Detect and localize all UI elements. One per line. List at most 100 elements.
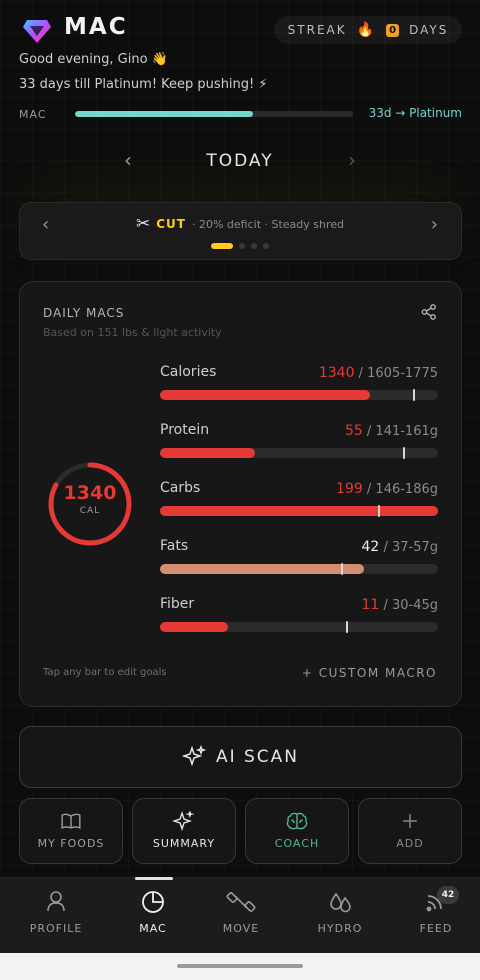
macro-goal: 146-186g <box>375 482 438 497</box>
macro-bar-fill <box>160 448 255 458</box>
tier-progress-fill <box>75 111 253 117</box>
macro-goal-marker <box>346 621 349 633</box>
macro-values: 199 / 146-186g <box>336 481 438 497</box>
macro-values: 1340 / 1605-1775 <box>319 365 438 381</box>
nav-move[interactable]: MOVE <box>193 888 289 935</box>
macro-bar-track[interactable] <box>160 621 438 633</box>
nav-mac[interactable]: MAC <box>105 888 201 935</box>
feed-count-badge: 42 <box>437 886 459 904</box>
macro-row-protein[interactable]: Protein 55 / 141-161g <box>160 422 438 464</box>
ai-scan-button[interactable]: AI SCAN <box>19 726 462 788</box>
macro-row-carbs[interactable]: Carbs 199 / 146-186g <box>160 480 438 522</box>
nav-mac-label: MAC <box>139 922 167 935</box>
macro-values: 42 / 37-57g <box>361 539 438 555</box>
plus-icon <box>403 814 417 828</box>
macro-row-fiber[interactable]: Fiber 11 / 30-45g <box>160 596 438 638</box>
profile-icon <box>47 891 65 912</box>
macro-goal-marker <box>378 505 381 517</box>
macro-name: Protein <box>160 422 210 438</box>
macro-goal-marker <box>412 389 415 401</box>
ring-calorie-unit: CAL <box>79 506 101 516</box>
macro-bar-track[interactable] <box>160 505 438 517</box>
date-label: TODAY <box>206 151 274 171</box>
coach-label: COACH <box>274 837 320 850</box>
streak-badge[interactable]: STREAK 🔥 0 DAYS <box>274 16 462 44</box>
macro-goal: 30-45g <box>391 598 438 613</box>
macro-separator: / <box>379 540 392 555</box>
phase-dot[interactable] <box>251 243 257 249</box>
macro-bar-track[interactable] <box>160 389 438 401</box>
flame-icon: 🔥 <box>356 22 377 38</box>
macro-goal: 141-161g <box>375 424 438 439</box>
platinum-message: 33 days till Platinum! Keep pushing! ⚡ <box>19 77 268 92</box>
sparkle-icon <box>172 811 195 831</box>
coach-button[interactable]: COACH <box>245 798 349 864</box>
nav-hydro[interactable]: HYDRO <box>292 888 388 935</box>
phase-name: CUT <box>156 217 186 231</box>
macro-goal-marker <box>403 447 406 459</box>
brain-icon <box>286 812 308 830</box>
nav-hydro-label: HYDRO <box>317 922 363 935</box>
custom-macro-button[interactable]: + CUSTOM MACRO <box>302 666 437 680</box>
droplets-icon <box>330 892 351 913</box>
my-foods-button[interactable]: MY FOODS <box>19 798 123 864</box>
macro-name: Fiber <box>160 596 195 612</box>
gem-logo-icon <box>23 20 51 43</box>
summary-button[interactable]: SUMMARY <box>132 798 236 864</box>
phase-dot[interactable] <box>239 243 245 249</box>
macro-goal: 1605-1775 <box>367 366 438 381</box>
macro-separator: / <box>362 424 376 439</box>
macro-name: Calories <box>160 364 217 380</box>
calorie-ring[interactable] <box>46 460 134 548</box>
streak-unit: DAYS <box>409 23 449 37</box>
macro-name: Fats <box>160 538 189 554</box>
nav-feed-label: FEED <box>419 922 453 935</box>
phase-info: ✂ CUT · 20% deficit · Steady shred <box>0 214 480 234</box>
macro-bar-track[interactable] <box>160 447 438 459</box>
summary-label: SUMMARY <box>152 837 216 850</box>
app-title: MAC <box>64 14 128 40</box>
macros-title: DAILY MACS <box>43 306 125 320</box>
progress-label: MAC <box>19 108 47 121</box>
macro-row-fats[interactable]: Fats 42 / 37-57g <box>160 538 438 580</box>
phase-pagination[interactable] <box>0 243 480 249</box>
macro-current: 11 <box>361 597 380 613</box>
macro-goal: 37-57g <box>391 540 438 555</box>
streak-label: STREAK <box>287 23 347 37</box>
macro-bar-fill <box>160 506 438 516</box>
ring-calorie-value: 1340 <box>63 482 117 504</box>
macro-bar-track[interactable] <box>160 563 438 575</box>
date-next-chevron-icon[interactable]: › <box>348 148 356 172</box>
phase-description: · 20% deficit · Steady shred <box>191 217 345 231</box>
tier-progress-text: 33d → Platinum <box>368 106 462 120</box>
share-icon[interactable] <box>420 303 438 321</box>
tap-hint: Tap any bar to edit goals <box>43 667 167 678</box>
macro-separator: / <box>379 598 392 613</box>
macro-values: 11 / 30-45g <box>361 597 438 613</box>
macros-subtitle: Based on 151 lbs & light activity <box>43 326 222 339</box>
macro-row-calories[interactable]: Calories 1340 / 1605-1775 <box>160 364 438 406</box>
nav-move-label: MOVE <box>222 922 260 935</box>
macro-goal-marker <box>340 563 343 575</box>
greeting-text: Good evening, Gino 👋 <box>19 52 168 67</box>
macro-bar-fill <box>160 622 229 632</box>
phase-dot[interactable] <box>263 243 269 249</box>
macro-name: Carbs <box>160 480 201 496</box>
macro-bar-fill <box>160 390 370 400</box>
home-indicator[interactable] <box>177 964 303 968</box>
add-button[interactable]: ADD <box>358 798 462 864</box>
macro-separator: / <box>354 366 368 381</box>
nav-profile-label: PROFILE <box>29 922 83 935</box>
dumbbell-icon <box>226 892 256 912</box>
nav-profile[interactable]: PROFILE <box>8 888 104 935</box>
tier-progress-bar <box>75 111 353 117</box>
pie-chart-icon <box>142 891 164 913</box>
nav-feed[interactable]: FEED <box>388 888 480 935</box>
macro-current: 55 <box>344 423 363 439</box>
macro-current: 1340 <box>318 365 355 381</box>
add-label: ADD <box>396 837 424 850</box>
macro-values: 55 / 141-161g <box>345 423 438 439</box>
book-icon <box>61 813 81 829</box>
nav-active-indicator <box>135 877 173 880</box>
phase-dot[interactable] <box>211 243 233 249</box>
